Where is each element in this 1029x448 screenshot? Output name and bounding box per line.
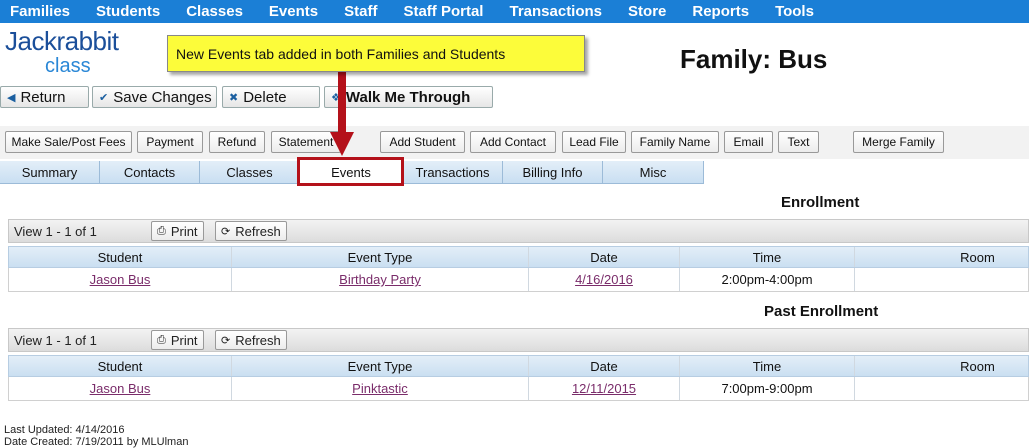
enrollment-title: Enrollment: [781, 194, 860, 211]
nav-events[interactable]: Events: [269, 3, 318, 20]
col-student[interactable]: Student: [9, 356, 232, 376]
email-button[interactable]: Email: [724, 131, 773, 153]
save-changes-button[interactable]: ✔ Save Changes: [92, 86, 217, 108]
event-type-link[interactable]: Pinktastic: [232, 377, 529, 400]
walk-me-through-button[interactable]: ❖ Walk Me Through: [324, 86, 493, 108]
nav-classes[interactable]: Classes: [186, 3, 243, 20]
student-link[interactable]: Jason Bus: [9, 268, 232, 291]
tab-classes[interactable]: Classes: [200, 161, 300, 183]
merge-family-button[interactable]: Merge Family: [853, 131, 944, 153]
family-name-button[interactable]: Family Name: [631, 131, 719, 153]
table-row: Jason Bus Birthday Party 4/16/2016 2:00p…: [8, 268, 1029, 292]
col-student[interactable]: Student: [9, 247, 232, 267]
nav-families[interactable]: Families: [10, 3, 70, 20]
x-icon: ✖: [229, 91, 239, 104]
past-enrollment-refresh-button[interactable]: ⟳ Refresh: [215, 330, 287, 350]
print-label: Print: [170, 223, 198, 239]
tab-contacts[interactable]: Contacts: [100, 161, 200, 183]
page-title: Family: Bus: [680, 44, 828, 74]
return-label: Return: [20, 88, 66, 106]
last-updated: Last Updated: 4/14/2016: [4, 424, 125, 436]
delete-label: Delete: [243, 88, 287, 106]
past-enrollment-view-count: View 1 - 1 of 1: [14, 333, 97, 348]
enrollment-toolbar: View 1 - 1 of 1 ⎙ Print ⟳ Refresh: [8, 219, 1029, 243]
add-student-button[interactable]: Add Student: [380, 131, 465, 153]
col-event-type[interactable]: Event Type: [232, 356, 529, 376]
refresh-label: Refresh: [235, 332, 281, 348]
tab-billing-info[interactable]: Billing Info: [503, 161, 603, 183]
return-button[interactable]: ◀ Return: [0, 86, 89, 108]
callout-arrow-head: [330, 132, 354, 156]
tab-summary[interactable]: Summary: [0, 161, 100, 183]
printer-icon: ⎙: [157, 224, 166, 237]
make-sale-button[interactable]: Make Sale/Post Fees: [5, 131, 132, 153]
caret-left-icon: ◀: [7, 91, 16, 104]
date-link[interactable]: 12/11/2015: [529, 377, 680, 400]
nav-staff-portal[interactable]: Staff Portal: [403, 3, 483, 20]
callout-note: New Events tab added in both Families an…: [167, 35, 585, 72]
nav-tools[interactable]: Tools: [775, 3, 814, 20]
top-nav: Families Students Classes Events Staff S…: [0, 0, 1029, 23]
past-enrollment-title: Past Enrollment: [764, 303, 879, 320]
past-enrollment-header-row: Student Event Type Date Time Room: [8, 355, 1029, 377]
walk-me-through-label: Walk Me Through: [345, 88, 471, 106]
nav-transactions[interactable]: Transactions: [509, 3, 602, 20]
save-changes-label: Save Changes: [113, 88, 212, 106]
events-tab-highlight: [297, 157, 404, 186]
logo-text-secondary: class: [45, 55, 91, 77]
col-room[interactable]: Room: [855, 356, 1029, 376]
nav-reports[interactable]: Reports: [692, 3, 749, 20]
col-date[interactable]: Date: [529, 247, 680, 267]
time-cell: 7:00pm-9:00pm: [680, 377, 855, 400]
nav-store[interactable]: Store: [628, 3, 666, 20]
lead-file-button[interactable]: Lead File: [562, 131, 626, 153]
enrollment-refresh-button[interactable]: ⟳ Refresh: [215, 221, 287, 241]
table-row: Jason Bus Pinktastic 12/11/2015 7:00pm-9…: [8, 377, 1029, 401]
col-time[interactable]: Time: [680, 247, 855, 267]
printer-icon: ⎙: [157, 333, 166, 346]
refresh-icon: ⟳: [221, 334, 231, 347]
col-date[interactable]: Date: [529, 356, 680, 376]
room-cell: [855, 377, 1029, 400]
logo-text-primary: Jackrabbit: [5, 26, 119, 56]
col-event-type[interactable]: Event Type: [232, 247, 529, 267]
enrollment-print-button[interactable]: ⎙ Print: [151, 221, 204, 241]
checkmark-icon: ✔: [99, 91, 109, 104]
past-enrollment-toolbar: View 1 - 1 of 1 ⎙ Print ⟳ Refresh: [8, 328, 1029, 352]
payment-button[interactable]: Payment: [137, 131, 203, 153]
nav-students[interactable]: Students: [96, 3, 160, 20]
nav-staff[interactable]: Staff: [344, 3, 377, 20]
student-link[interactable]: Jason Bus: [9, 377, 232, 400]
tab-misc[interactable]: Misc: [603, 161, 704, 183]
enrollment-view-count: View 1 - 1 of 1: [14, 224, 97, 239]
time-cell: 2:00pm-4:00pm: [680, 268, 855, 291]
add-contact-button[interactable]: Add Contact: [470, 131, 556, 153]
refund-button[interactable]: Refund: [209, 131, 265, 153]
print-label: Print: [170, 332, 198, 348]
text-button[interactable]: Text: [778, 131, 819, 153]
enrollment-header-row: Student Event Type Date Time Room: [8, 246, 1029, 268]
delete-button[interactable]: ✖ Delete: [222, 86, 320, 108]
past-enrollment-print-button[interactable]: ⎙ Print: [151, 330, 204, 350]
date-created: Date Created: 7/19/2011 by MLUlman: [4, 436, 189, 448]
refresh-icon: ⟳: [221, 225, 231, 238]
col-time[interactable]: Time: [680, 356, 855, 376]
date-link[interactable]: 4/16/2016: [529, 268, 680, 291]
tab-transactions[interactable]: Transactions: [403, 161, 503, 183]
event-type-link[interactable]: Birthday Party: [232, 268, 529, 291]
callout-arrow-shaft: [338, 63, 346, 135]
refresh-label: Refresh: [235, 223, 281, 239]
logo[interactable]: Jackrabbit class: [5, 26, 140, 78]
col-room[interactable]: Room: [855, 247, 1029, 267]
room-cell: [855, 268, 1029, 291]
